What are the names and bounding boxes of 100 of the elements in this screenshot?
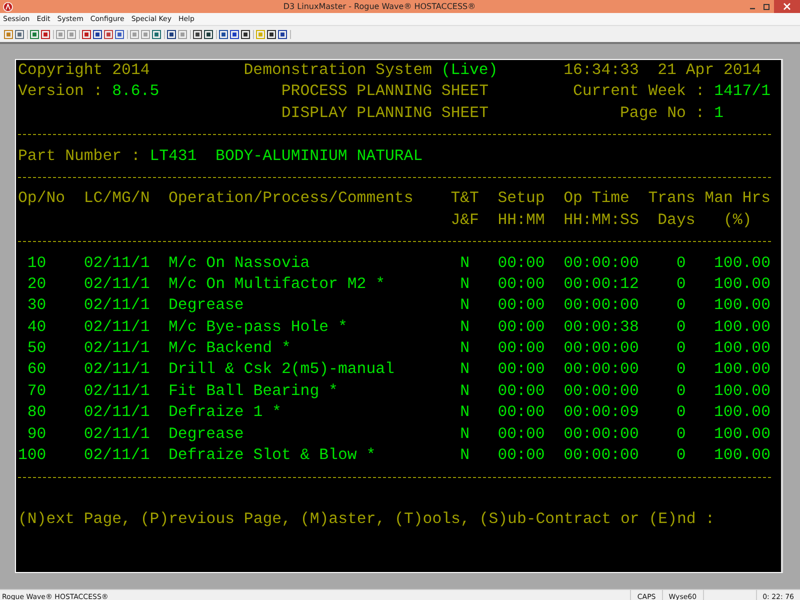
column-header: HH:MM:SS — [564, 210, 639, 231]
table-cell: 0 — [676, 252, 686, 274]
table-cell: 100.00 — [714, 338, 770, 360]
table-cell-text: 00:00:12 — [564, 274, 639, 295]
table-cell: N — [460, 445, 470, 466]
table-cell-text: 70 — [27, 380, 46, 402]
part-number: LT431 — [150, 146, 197, 167]
table-cell: M/c Backend * — [168, 338, 291, 360]
table-cell: 00:00 — [498, 338, 545, 360]
column-header: Setup — [498, 188, 545, 210]
table-cell-text: 00:00 — [498, 424, 545, 445]
column-header: T&T — [450, 188, 479, 210]
table-cell: Defraize Slot & Blow * — [168, 445, 376, 466]
column-header: Man Hrs — [704, 188, 770, 210]
table-cell-text: 0 — [676, 380, 686, 402]
table-cell-text: 00:00:38 — [564, 316, 639, 338]
column-header: Operation/Process/Comments — [168, 188, 414, 210]
table-cell-text: 00:00:00 — [564, 359, 639, 380]
table-cell-text: 00:00 — [498, 316, 545, 338]
system-mode: (Live) — [441, 60, 498, 81]
table-cell-text: 02/11/1 — [84, 402, 150, 424]
table-cell-text: M/c Bye-pass Hole * — [168, 316, 348, 338]
table-cell-text: N — [460, 316, 470, 338]
table-cell-text: 00:00 — [498, 359, 545, 380]
window-title: D3 LinuxMaster - Rogue Wave® HOSTACCESS® — [282, 2, 477, 11]
table-cell-text: Defraize 1 * — [168, 402, 282, 424]
table-cell: 00:00 — [498, 252, 545, 274]
table-cell: 100.00 — [714, 252, 770, 274]
copyright-text: Copyright 2014 — [18, 60, 150, 81]
part-label: Part Number : — [18, 146, 140, 167]
table-cell-text: 00:00:00 — [564, 424, 639, 445]
table-cell-text: 02/11/1 — [84, 295, 150, 316]
table-cell-text: N — [460, 295, 470, 316]
table-cell: 100 — [18, 445, 46, 466]
table-cell-text: M/c On Multifactor M2 * — [168, 274, 385, 295]
table-cell: M/c On Nassovia — [168, 252, 310, 274]
table-cell-text: 02/11/1 — [84, 274, 150, 295]
table-cell: 0 — [676, 445, 686, 466]
time-text: 16:34:33 — [564, 60, 639, 81]
table-cell-text: 00:00 — [498, 274, 545, 295]
table-cell-text: 30 — [27, 295, 46, 316]
page-label: Page No : — [620, 102, 705, 124]
table-cell-text: N — [460, 380, 470, 402]
table-cell-text: 0 — [676, 359, 686, 380]
table-cell-text: Degrease — [168, 424, 244, 445]
table-cell: N — [460, 338, 470, 360]
table-cell: 02/11/1 — [84, 252, 150, 274]
table-cell-text: 40 — [27, 316, 46, 338]
part-description: BODY-ALUMINIUM NATURAL — [216, 146, 422, 167]
column-header: Op/No — [18, 188, 66, 210]
table-cell-text: 20 — [27, 274, 46, 295]
table-cell-text: 90 — [27, 424, 46, 445]
table-cell-text: 00:00:00 — [564, 295, 639, 316]
close-button[interactable] — [774, 0, 800, 13]
column-header: (%) — [723, 210, 752, 231]
table-cell-text: N — [460, 402, 470, 424]
week-label: Current Week : — [572, 81, 705, 102]
column-header: HH:MM — [498, 210, 545, 231]
table-cell-text: N — [460, 359, 470, 380]
table-cell: 00:00 — [498, 445, 545, 466]
page-value: 1 — [714, 102, 724, 124]
table-cell: 10 — [27, 252, 46, 274]
week-value: 1417/1 — [714, 81, 770, 102]
table-cell-text: 02/11/1 — [84, 424, 150, 445]
table-cell-text: 02/11/1 — [84, 380, 150, 402]
table-cell-text: N — [460, 274, 470, 295]
table-cell-text: 0 — [676, 402, 686, 424]
table-cell-text: 0 — [676, 316, 686, 338]
column-header: Days — [658, 210, 696, 231]
table-cell: 02/11/1 — [84, 445, 150, 466]
screen-subtitle: DISPLAY PLANNING SHEET — [281, 102, 488, 124]
table-cell: N — [460, 252, 470, 274]
system-name: Demonstration System — [244, 60, 432, 81]
table-cell-text: 100.00 — [714, 316, 770, 338]
table-cell-text: 0 — [676, 274, 686, 295]
table-cell: 00:00:00 — [564, 252, 639, 274]
table-cell-text: 00:00 — [498, 295, 545, 316]
screen-title: PROCESS PLANNING SHEET — [281, 81, 488, 102]
table-cell: 50 — [27, 338, 46, 360]
table-cell-text: N — [460, 424, 470, 445]
table-cell-text: 0 — [676, 295, 686, 316]
table-cell-text: 80 — [27, 402, 46, 424]
table-cell: 0 — [676, 338, 686, 360]
column-header: Trans — [648, 188, 696, 210]
table-cell-text: 00:00:00 — [564, 380, 639, 402]
table-cell-text: 100.00 — [714, 274, 770, 295]
table-cell-text: 02/11/1 — [84, 359, 150, 380]
table-cell-text: 100.00 — [714, 380, 770, 402]
table-cell: 02/11/1 — [84, 338, 150, 360]
column-header: J&F — [450, 210, 479, 231]
table-cell-text: 00:00 — [498, 380, 545, 402]
table-cell-text: 00:00 — [498, 402, 545, 424]
date-text: 21 Apr 2014 — [658, 60, 762, 81]
command-prompt: (N)ext Page, (P)revious Page, (M)aster, (T)ools, (S)ub-Contract or (E)nd : — [18, 509, 714, 530]
table-cell-text: Fit Ball Bearing * — [168, 380, 338, 402]
table-cell-text: 100.00 — [714, 402, 770, 424]
version-value: 8.6.5 — [112, 81, 160, 102]
table-cell-text: 100.00 — [714, 359, 770, 380]
table-cell-text: 100.00 — [714, 424, 770, 445]
table-cell-text: 02/11/1 — [84, 316, 150, 338]
